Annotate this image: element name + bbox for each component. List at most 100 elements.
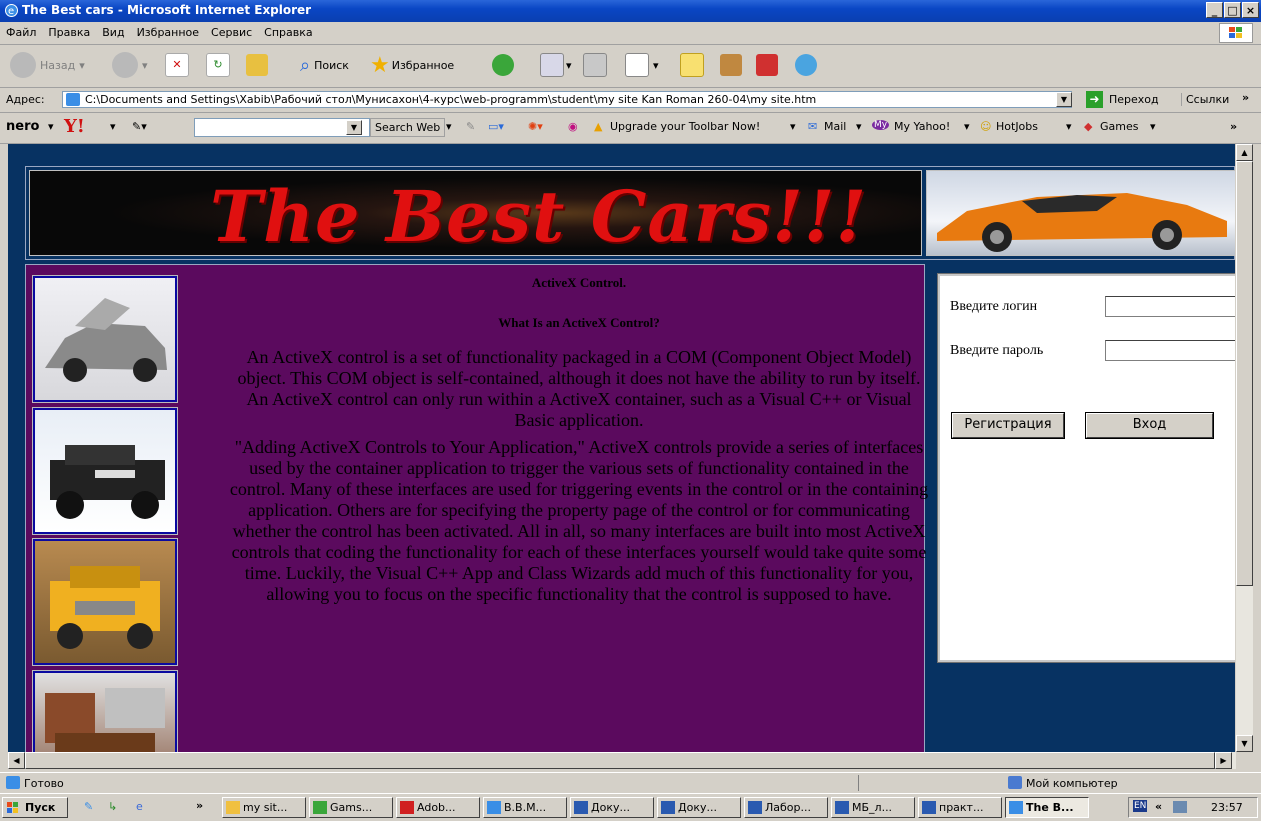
links-more-icon[interactable]: » xyxy=(1242,91,1249,104)
enter-button[interactable]: Вход xyxy=(1085,412,1214,439)
games-dropdown-icon[interactable]: ▾ xyxy=(1150,120,1156,133)
quicklaunch-icon-1[interactable]: ✎ xyxy=(84,800,93,813)
task-button-4[interactable]: В.В.М... xyxy=(483,797,567,818)
bookmark-button[interactable] xyxy=(756,51,778,79)
forward-button[interactable]: ▾ xyxy=(112,51,148,79)
task-button-9[interactable]: практ... xyxy=(918,797,1002,818)
task-button-2[interactable]: Gams... xyxy=(309,797,393,818)
address-dropdown-icon[interactable]: ▼ xyxy=(1056,92,1072,107)
task-button-active[interactable]: The B... xyxy=(1005,797,1089,818)
antispy-icon[interactable]: ✺▾ xyxy=(528,120,543,133)
start-button[interactable]: Пуск xyxy=(2,797,68,818)
back-dropdown-icon[interactable]: ▾ xyxy=(79,59,85,72)
scroll-down-icon[interactable]: ▼ xyxy=(1236,735,1253,752)
history-button[interactable]: ▾ xyxy=(540,51,572,79)
links-label[interactable]: Ссылки xyxy=(1181,93,1229,106)
mail-button[interactable]: Mail xyxy=(824,120,846,133)
back-button[interactable]: Назад ▾ xyxy=(10,51,85,79)
minimize-button[interactable]: _ xyxy=(1206,2,1223,18)
menu-favorites[interactable]: Избранное xyxy=(131,22,205,39)
car-thumbnail-4[interactable] xyxy=(32,670,178,752)
close-button[interactable]: × xyxy=(1242,2,1259,18)
edit-button[interactable]: ▾ xyxy=(625,51,659,79)
menu-view[interactable]: Вид xyxy=(96,22,130,39)
stop-button[interactable]: ✕ xyxy=(165,51,189,79)
vertical-scrollbar[interactable]: ▲ ▼ xyxy=(1236,144,1253,752)
ie-icon: e xyxy=(4,3,19,18)
language-indicator[interactable]: EN xyxy=(1133,800,1148,812)
search-dropdown-icon[interactable]: ▼ xyxy=(346,120,362,135)
search-icon: ⌕ xyxy=(300,54,311,76)
task-button-6[interactable]: Доку... xyxy=(657,797,741,818)
horizontal-scroll-thumb[interactable] xyxy=(25,752,1215,769)
print-button[interactable] xyxy=(583,51,607,79)
task-button-7[interactable]: Лабор... xyxy=(744,797,828,818)
my-yahoo-dropdown-icon[interactable]: ▾ xyxy=(964,120,970,133)
favorites-button[interactable]: ★ Избранное xyxy=(370,51,454,79)
task-button-8[interactable]: МБ_л... xyxy=(831,797,915,818)
yahoo-search-input[interactable] xyxy=(194,118,370,137)
quicklaunch-icon-2[interactable]: ↳ xyxy=(108,800,117,813)
highlight-icon[interactable]: ✎ xyxy=(466,120,475,133)
pencil-icon[interactable]: ✎▾ xyxy=(132,120,147,133)
login-input[interactable] xyxy=(1105,296,1235,317)
car-thumbnail-3[interactable] xyxy=(32,538,178,666)
search-web-button[interactable]: Search Web xyxy=(370,118,446,137)
research-button[interactable] xyxy=(720,51,742,79)
menu-help[interactable]: Справка xyxy=(258,22,318,39)
yahoo-logo[interactable]: Y! xyxy=(64,116,85,137)
menu-tools[interactable]: Сервис xyxy=(205,22,258,39)
word-doc-icon xyxy=(748,801,762,814)
task-button-3[interactable]: Adob... xyxy=(396,797,480,818)
upgrade-dropdown-icon[interactable]: ▾ xyxy=(790,120,796,133)
quicklaunch-ie-icon[interactable]: e xyxy=(136,800,143,813)
games-button[interactable]: Games xyxy=(1100,120,1138,133)
edit-dropdown-icon[interactable]: ▾ xyxy=(653,59,659,72)
toolbar-more-icon[interactable]: » xyxy=(1230,120,1237,133)
upgrade-toolbar-button[interactable]: Upgrade your Toolbar Now! xyxy=(610,120,760,133)
discuss-button[interactable] xyxy=(680,51,704,79)
status-panels xyxy=(858,775,1001,791)
network-icon[interactable] xyxy=(1173,801,1187,813)
hotjobs-dropdown-icon[interactable]: ▾ xyxy=(1066,120,1072,133)
tray-expand-icon[interactable]: « xyxy=(1155,800,1162,813)
yahoo-dropdown-icon[interactable]: ▾ xyxy=(110,120,116,133)
car-thumbnail-2[interactable] xyxy=(32,407,178,535)
refresh-button[interactable]: ↻ xyxy=(206,51,230,79)
address-input[interactable]: C:\Documents and Settings\Xabib\Рабочий … xyxy=(62,91,1072,108)
quicklaunch-more-icon[interactable]: » xyxy=(196,799,203,812)
scroll-left-icon[interactable]: ◀ xyxy=(8,752,25,769)
start-label: Пуск xyxy=(25,801,56,814)
history-dropdown-icon[interactable]: ▾ xyxy=(566,59,572,72)
go-arrow-icon[interactable]: ➜ xyxy=(1086,91,1103,108)
password-input[interactable] xyxy=(1105,340,1235,361)
scroll-right-icon[interactable]: ▶ xyxy=(1215,752,1232,769)
forward-dropdown-icon[interactable]: ▾ xyxy=(142,59,148,72)
task-label-2: Gams... xyxy=(330,801,373,814)
maximize-button[interactable]: □ xyxy=(1224,2,1241,18)
bookmarks-icon[interactable]: ▭▾ xyxy=(488,120,504,133)
hotjobs-button[interactable]: HotJobs xyxy=(996,120,1038,133)
task-button-5[interactable]: Доку... xyxy=(570,797,654,818)
home-button[interactable] xyxy=(246,51,268,79)
nero-logo[interactable]: nero xyxy=(6,119,39,134)
car-thumbnail-1[interactable] xyxy=(32,275,178,403)
task-button-1[interactable]: my sit... xyxy=(222,797,306,818)
menu-edit[interactable]: Правка xyxy=(42,22,96,39)
search-web-dropdown-icon[interactable]: ▾ xyxy=(446,120,452,133)
scroll-up-icon[interactable]: ▲ xyxy=(1236,144,1253,161)
menu-file[interactable]: Файл xyxy=(0,22,42,39)
go-button[interactable]: Переход xyxy=(1109,93,1159,106)
history-icon xyxy=(540,53,564,77)
messenger-button[interactable] xyxy=(795,51,817,79)
my-yahoo-button[interactable]: My Yahoo! xyxy=(894,120,950,133)
search-button[interactable]: ⌕ Поиск xyxy=(300,51,349,79)
horizontal-scrollbar[interactable]: ◀ ▶ xyxy=(8,752,1236,769)
popup-blocker-icon[interactable]: ◉ xyxy=(568,120,578,133)
nero-dropdown-icon[interactable]: ▾ xyxy=(48,120,54,133)
register-button[interactable]: Регистрация xyxy=(951,412,1065,439)
media-button[interactable] xyxy=(492,51,514,79)
mail-dropdown-icon[interactable]: ▾ xyxy=(856,120,862,133)
title-bar[interactable]: e The Best cars - Microsoft Internet Exp… xyxy=(0,0,1261,22)
vertical-scroll-thumb[interactable] xyxy=(1236,161,1253,586)
